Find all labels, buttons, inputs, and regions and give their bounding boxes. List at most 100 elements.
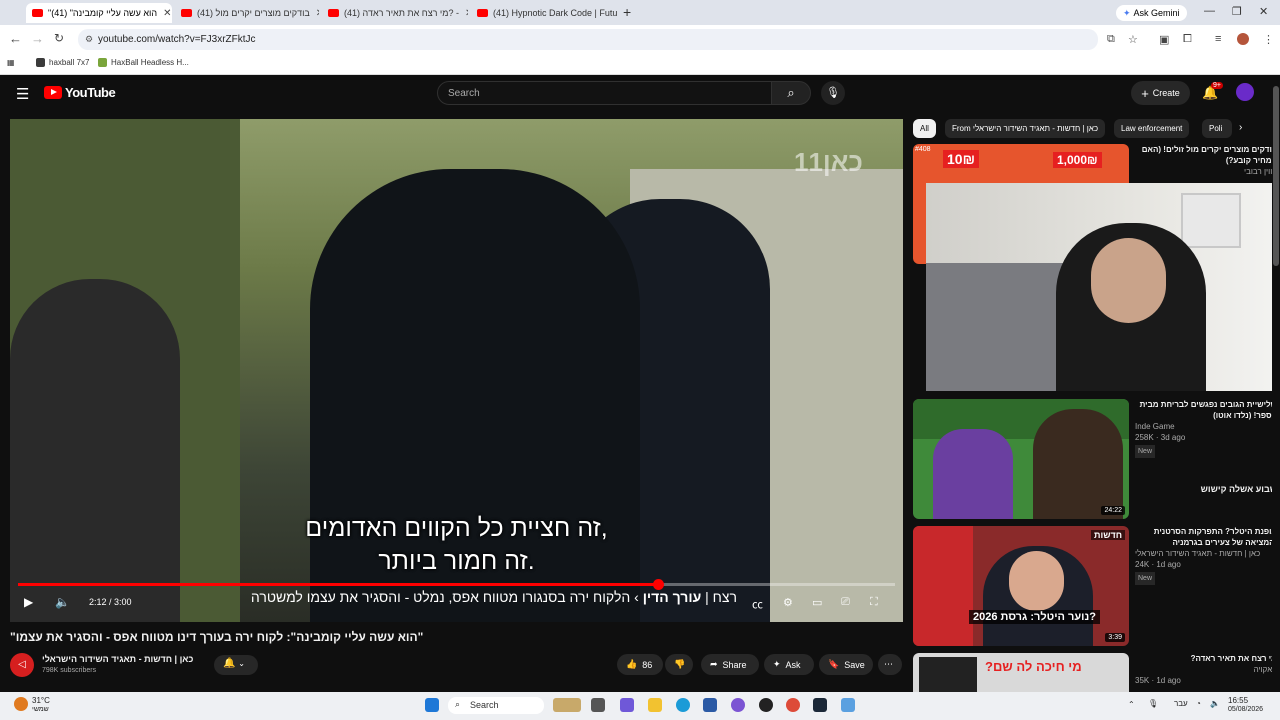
bookmark-haxball[interactable]: haxball 7x7 [36, 58, 89, 67]
new-tab-button[interactable]: + [623, 4, 631, 20]
close-window-button[interactable]: ✕ [1259, 5, 1268, 18]
tab-4[interactable]: (41) Hypnotic Dark Code | Futu✕ [471, 3, 619, 23]
ask-button[interactable]: ✦ Ask [764, 654, 814, 675]
app-icon[interactable] [620, 698, 634, 712]
tab-2[interactable]: (41) בודקים מוצרים יקרים מול✕ [175, 3, 319, 23]
video-progress-bar[interactable] [18, 579, 895, 590]
chip-politics[interactable]: Poli [1202, 119, 1232, 138]
forward-button[interactable]: → [31, 31, 44, 46]
chip-from-channel[interactable]: From כאן | חדשות - תאגיד השידור הישראלי [945, 119, 1106, 138]
create-button[interactable]: + Create [1131, 81, 1190, 105]
play-button[interactable]: ▶ [24, 595, 33, 609]
store-icon[interactable] [703, 698, 717, 712]
video-thumbnail[interactable]: מי חיכה לה שם? [913, 653, 1129, 692]
microphone-icon: 🎙 [826, 87, 840, 99]
windows-start-icon[interactable] [425, 698, 439, 712]
youtube-logo[interactable]: YouTube [44, 85, 116, 100]
clock-time[interactable]: 16:55 [1228, 696, 1248, 705]
chrome-icon[interactable] [786, 698, 800, 712]
ask-gemini-button[interactable]: ✦ Ask Gemini [1116, 5, 1187, 21]
subscription-bell-button[interactable]: 🔔 ⌄ [214, 655, 258, 675]
app-icon[interactable] [841, 698, 855, 712]
extension-icon[interactable]: ▣ [1159, 33, 1169, 46]
steam-icon[interactable] [813, 698, 827, 712]
clock-date[interactable]: 05/08/2026 [1228, 706, 1263, 713]
settings-gear-icon[interactable]: ⚙ [783, 596, 793, 609]
channel-avatar[interactable]: ◁ [10, 653, 34, 677]
chevron-down-icon: ⌄ [238, 659, 245, 668]
search-input[interactable]: Search [437, 81, 772, 105]
install-app-icon[interactable]: ⧉ [1107, 33, 1115, 46]
voice-search-button[interactable]: 🎙 [821, 81, 845, 105]
language-indicator[interactable]: עבר [1174, 699, 1188, 708]
webcam-overlay [926, 183, 1280, 391]
chip-law-enforcement[interactable]: Law enforcement [1114, 119, 1190, 138]
browser-menu-icon[interactable]: ⋮ [1263, 33, 1274, 46]
back-button[interactable]: ← [9, 31, 22, 46]
bookmark-favicon-icon [36, 58, 45, 67]
close-tab-icon[interactable]: ✕ [617, 8, 619, 19]
video-meta: מי רצח את תאיר ראדה? באקויה 35K · 1d ago [1135, 654, 1277, 685]
search-icon: ⌕ [455, 699, 461, 709]
bookmark-haxball-headless[interactable]: HaxBall Headless H... [98, 58, 189, 67]
edge-icon[interactable] [676, 698, 690, 712]
youtube-play-icon [44, 86, 62, 99]
search-button[interactable]: ⌕ [771, 81, 811, 105]
more-dots-icon: ⋯ [884, 659, 893, 669]
speaker-icon[interactable]: 🔈 [1210, 699, 1220, 708]
account-avatar[interactable] [1236, 83, 1254, 101]
video-thumbnail[interactable]: חדשות נוער היטלר: גרסת 2026? 3:39 [913, 526, 1129, 646]
app-icon[interactable] [759, 698, 773, 712]
volume-button[interactable]: 🔈 [55, 595, 70, 609]
new-badge: New [1135, 572, 1156, 585]
task-view-icon[interactable] [591, 698, 605, 712]
channel-name[interactable]: כאן | חדשות - תאגיד השידור הישראלי [42, 654, 193, 664]
chip-all[interactable]: All [913, 119, 936, 138]
video-meta: אופנת היטלר? התפרקות הסרטנית והמציאה של … [1135, 526, 1277, 585]
tab-active[interactable]: "הוא עשה עליי קומבינה" (41) ✕ [26, 3, 172, 23]
bookmark-star-icon[interactable]: ☆ [1128, 33, 1138, 46]
minimize-button[interactable]: — [1204, 5, 1215, 17]
chevron-right-icon[interactable]: › [1239, 122, 1242, 133]
url-bar[interactable]: youtube.com/watch?v=FJ3xrZFktJc [78, 29, 1098, 50]
reload-button[interactable]: ↻ [54, 31, 64, 45]
video-thumbnail[interactable]: 24:22 [913, 399, 1129, 519]
miniplayer-icon[interactable]: ▭ [812, 596, 822, 609]
video-meta: בודקים מוצרים יקרים מול זולים! (האם המחי… [1141, 145, 1277, 176]
chapter-title[interactable]: רצח | עורך הדין › הלקוח ירה בסנגורו מטוו… [167, 589, 737, 608]
bookmarks-bar [0, 54, 1280, 75]
extensions-puzzle-icon[interactable]: ⧠ [1183, 33, 1192, 46]
close-tab-icon[interactable]: ✕ [459, 8, 468, 19]
video-subtitles: זה חציית כל הקווים האדומים, זה חמור ביות… [305, 514, 608, 575]
site-info-icon[interactable]: ⚙ [85, 34, 93, 45]
file-explorer-icon[interactable] [648, 698, 662, 712]
close-tab-icon[interactable]: ✕ [157, 8, 171, 19]
share-button[interactable]: ➦ Share [701, 654, 759, 675]
menu-hamburger-icon[interactable]: ☰ [16, 85, 29, 103]
wifi-icon[interactable]: ◔ [1196, 699, 1201, 708]
page-scrollbar[interactable] [1272, 76, 1280, 692]
cast-icon[interactable]: ⎚ [841, 596, 850, 609]
media-controls-icon[interactable]: ≡ [1215, 33, 1221, 45]
subtitles-cc-icon[interactable]: ㏄ [752, 596, 763, 612]
profile-avatar[interactable] [1237, 33, 1249, 45]
microphone-icon[interactable]: 🎙 [1148, 699, 1158, 708]
maximize-button[interactable]: ❐ [1232, 5, 1242, 18]
tray-chevron-up-icon[interactable]: ⌃ [1128, 700, 1135, 709]
like-button[interactable]: 👍 86 [617, 654, 663, 675]
video-meta: שלישיית הגובים נפגשים לבריחת מבית הספר! … [1135, 400, 1277, 494]
save-button[interactable]: 🔖 Save [819, 654, 873, 675]
tab-3[interactable]: (41) מי רצח את תאיר ראדה? -✕ [322, 3, 468, 23]
scrollbar-thumb[interactable] [1273, 86, 1279, 266]
taskbar-search[interactable]: ⌕ Search [448, 697, 544, 714]
close-tab-icon[interactable]: ✕ [310, 8, 319, 19]
weather-icon[interactable] [14, 697, 28, 711]
progress-played [18, 583, 659, 586]
more-actions-button[interactable]: ⋯ [878, 654, 902, 675]
apps-grid-icon[interactable]: ▦ [7, 58, 15, 67]
widget-icon[interactable] [553, 698, 581, 712]
video-player[interactable]: כאן11 זה חציית כל הקווים האדומים, זה חמו… [10, 119, 903, 622]
fullscreen-icon[interactable]: ⛶ [870, 596, 878, 609]
dislike-button[interactable]: 👎 [665, 654, 693, 675]
discord-icon[interactable] [731, 698, 745, 712]
